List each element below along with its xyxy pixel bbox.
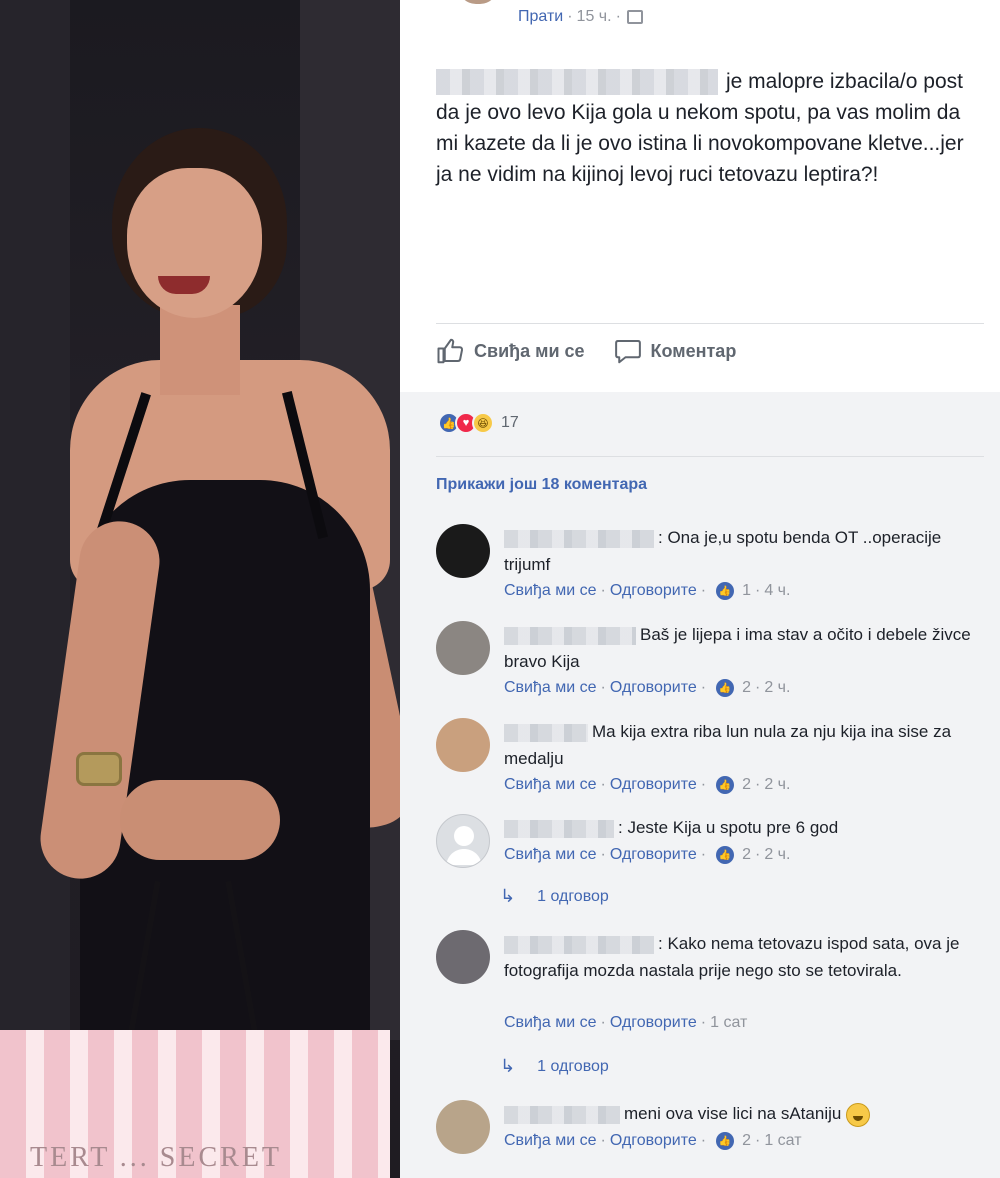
comment-time[interactable]: 2 ч. [764,846,790,864]
comment-text: : Jeste Kija u spotu pre 6 god [618,818,839,837]
commenter-avatar[interactable] [436,621,490,675]
comment-text-block: : Kako nema tetovazu ispod sata, ova je … [504,930,980,984]
comment-reply-link[interactable]: Одговорите [610,1014,697,1032]
post-photo[interactable]: TERT ... SECRET [0,0,400,1178]
photo-figure [127,168,262,318]
comment-reply-link[interactable]: Одговорите [610,776,697,794]
photo-shopping-bag: TERT ... SECRET [0,1030,390,1178]
comment-like-link[interactable]: Свиђа ми се [504,846,597,864]
comment-like-link[interactable]: Свиђа ми се [504,776,597,794]
photo-figure [120,780,280,860]
comment-label: Коментар [650,340,737,361]
commenter-avatar[interactable] [436,524,490,578]
default-avatar-icon [446,826,482,865]
reply-count-label: 1 одговор [537,887,609,905]
comment-like-link[interactable]: Свиђа ми се [504,1014,597,1032]
like-button[interactable]: Свиђа ми се [436,336,585,366]
comment-time[interactable]: 1 сат [710,1014,747,1032]
redacted-author-name [436,69,718,96]
reply-count-label: 1 одговор [537,1057,609,1075]
comment-time[interactable]: 2 ч. [764,679,790,697]
post-meta: Прати · 15 ч. · [518,8,643,26]
comment-time[interactable]: 4 ч. [764,582,790,600]
comment-icon [613,336,643,366]
commenter-avatar[interactable] [436,718,490,772]
like-reaction-icon: 👍 [716,1132,735,1150]
comment-like-count[interactable]: 2 [742,1132,751,1150]
redacted-commenter-name[interactable] [504,819,614,838]
redacted-commenter-name[interactable] [504,626,636,645]
view-replies-link[interactable]: ↳ 1 одговор [500,1056,609,1077]
comment-reply-link[interactable]: Одговорите [610,846,697,864]
commenter-avatar[interactable] [436,1100,490,1154]
post-text-block: je malopre izbacila/o post da je ovo lev… [436,66,981,190]
author-avatar[interactable] [458,0,498,4]
comment-text-block: : Jeste Kija u spotu pre 6 god [504,814,980,841]
photo-bag-text: TERT ... SECRET [30,1142,283,1173]
redacted-commenter-name[interactable] [504,935,654,954]
comment-meta: Свиђа ми се · Одговорите · 👍 2 · 2 ч. [504,776,791,794]
commenter-avatar[interactable] [436,814,490,868]
redacted-commenter-name[interactable] [504,529,654,548]
photo-wall-panel [0,0,70,1040]
thumbs-up-icon [436,336,466,366]
comment-time[interactable]: 1 сат [764,1132,801,1150]
redacted-commenter-name[interactable] [504,1105,620,1124]
follow-link[interactable]: Прати [518,8,563,26]
audience-icon[interactable] [626,10,643,24]
grinning-emoji-icon [846,1102,871,1127]
comment-meta: Свиђа ми се · Одговорите · 👍 2 · 1 сат [504,1132,802,1150]
view-more-comments-link[interactable]: Прикажи још 18 коментара [436,476,647,494]
comment-like-link[interactable]: Свиђа ми се [504,1132,597,1150]
meta-separator: · [567,8,573,25]
comment-text-block: Ma kija extra riba lun nula za nju kija … [504,718,980,772]
comment-like-count[interactable]: 1 [742,582,751,600]
comment-time[interactable]: 2 ч. [764,776,790,794]
comment-like-link[interactable]: Свиђа ми се [504,582,597,600]
photo-figure [160,305,240,395]
like-label: Свиђа ми се [474,340,585,361]
like-reaction-icon: 👍 [716,582,735,600]
comment-text-block: : Ona je,u spotu benda OT ..operacije tr… [504,524,980,578]
comment-like-count[interactable]: 2 [742,776,751,794]
comment-text-block: meni ova vise lici na sAtaniju [504,1100,980,1127]
comment-like-count[interactable]: 2 [742,679,751,697]
divider [436,323,984,324]
comment-button[interactable]: Коментар [613,336,737,366]
comments-section: 👍 ♥ 😆 17 Прикажи још 18 коментара : Ona … [400,392,1000,1178]
comment-like-count[interactable]: 2 [742,846,751,864]
post-time[interactable]: 15 ч. [577,8,612,26]
comment-meta: Свиђа ми се · Одговорите · 1 сат [504,1014,748,1032]
like-reaction-icon: 👍 [716,679,735,697]
comment-like-link[interactable]: Свиђа ми се [504,679,597,697]
commenter-avatar[interactable] [436,930,490,984]
post-panel: Прати · 15 ч. · je malopre izbacila/o po… [400,0,1000,1178]
haha-reaction-icon: 😆 [472,412,494,434]
reply-arrow-icon: ↳ [500,886,516,906]
reply-arrow-icon: ↳ [500,1056,516,1076]
comment-meta: Свиђа ми се · Одговорите · 👍 2 · 2 ч. [504,679,791,697]
comment-text: meni ova vise lici na sAtaniju [624,1104,842,1123]
photo-watch [76,752,122,786]
comment-text-block: Baš je lijepa i ima stav a očito i debel… [504,621,980,675]
comment-meta: Свиђа ми се · Одговорите · 👍 1 · 4 ч. [504,582,791,600]
post-actions: Свиђа ми се Коментар [436,336,736,366]
view-replies-link[interactable]: ↳ 1 одговор [500,886,609,907]
reactions-summary[interactable]: 👍 ♥ 😆 17 [438,412,519,434]
divider [436,456,984,457]
meta-separator: · [615,8,621,25]
comment-reply-link[interactable]: Одговорите [610,582,697,600]
like-reaction-icon: 👍 [716,846,735,864]
like-reaction-icon: 👍 [716,776,735,794]
comment-reply-link[interactable]: Одговорите [610,1132,697,1150]
reaction-count: 17 [501,414,519,431]
comment-meta: Свиђа ми се · Одговорите · 👍 2 · 2 ч. [504,846,791,864]
comment-reply-link[interactable]: Одговорите [610,679,697,697]
redacted-commenter-name[interactable] [504,723,588,742]
